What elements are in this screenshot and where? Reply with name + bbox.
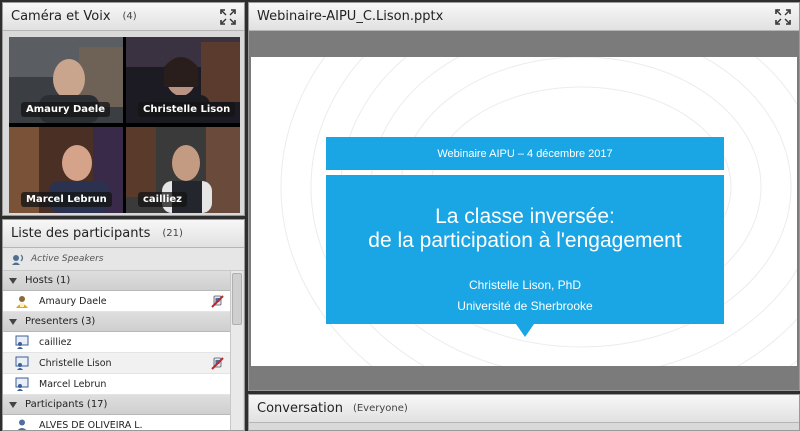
active-speakers-label: Active Speakers xyxy=(31,254,104,264)
video-tile[interactable]: Christelle Lison xyxy=(126,37,240,123)
slide-title-line2: de la participation à l'engagement xyxy=(368,229,682,252)
slide-callout-pointer xyxy=(516,324,534,337)
video-tile[interactable]: cailliez xyxy=(126,127,240,213)
participants-pod-header: Liste des participants (21) xyxy=(3,220,244,248)
presenter-icon xyxy=(15,335,29,349)
list-item[interactable]: cailliez xyxy=(3,332,232,353)
expand-icon[interactable] xyxy=(220,8,236,25)
slide-title-line1: La classe inversée: xyxy=(435,205,615,228)
video-tile-name: cailliez xyxy=(138,192,187,207)
participant-name: Christelle Lison xyxy=(39,357,112,369)
camera-pod-title: Caméra et Voix xyxy=(11,9,111,24)
host-icon xyxy=(16,296,28,308)
presenter-icon xyxy=(15,356,29,370)
conversation-pod: Conversation (Everyone) xyxy=(248,394,800,431)
collapse-triangle-icon[interactable] xyxy=(9,277,17,284)
slide-affiliation: Université de Sherbrooke xyxy=(457,299,593,313)
participants-list: Hosts (1) Amaury Daele Presenters (3) ca… xyxy=(3,271,232,430)
camera-pod-count: (4) xyxy=(122,11,137,22)
group-label: Participants (17) xyxy=(25,399,108,410)
conversation-scope[interactable]: (Everyone) xyxy=(353,403,408,414)
mic-off-icon[interactable] xyxy=(211,294,224,308)
speaker-icon xyxy=(12,254,24,265)
participants-scrollbar[interactable] xyxy=(230,271,243,430)
share-pod-header: Webinaire-AIPU_C.Lison.pptx xyxy=(249,3,799,31)
conversation-pod-title: Conversation xyxy=(257,401,343,416)
collapse-triangle-icon[interactable] xyxy=(9,401,17,408)
mic-off-icon[interactable] xyxy=(211,356,224,370)
participant-name: Marcel Lebrun xyxy=(39,378,107,390)
presentation-slide[interactable]: Webinaire AIPU – 4 décembre 2017 La clas… xyxy=(251,57,797,367)
list-item[interactable]: Amaury Daele xyxy=(3,291,232,312)
group-hosts[interactable]: Hosts (1) xyxy=(3,271,232,291)
participant-icon xyxy=(17,419,27,430)
participants-pod: Liste des participants (21) Active Speak… xyxy=(2,219,245,431)
slide-controls-bar xyxy=(249,366,799,390)
list-item[interactable]: Marcel Lebrun xyxy=(3,374,232,395)
participant-name: Amaury Daele xyxy=(39,295,107,307)
video-tile-name: Christelle Lison xyxy=(138,102,236,117)
participants-pod-count: (21) xyxy=(162,228,183,239)
share-pod-title: Webinaire-AIPU_C.Lison.pptx xyxy=(257,9,444,24)
camera-pod-header: Caméra et Voix (4) xyxy=(3,3,244,31)
slide-title-box: La classe inversée: de la participation … xyxy=(326,175,724,324)
active-speakers-bar: Active Speakers xyxy=(3,248,244,271)
group-label: Hosts (1) xyxy=(25,275,71,286)
participants-pod-title: Liste des participants xyxy=(11,226,151,241)
slide-banner: Webinaire AIPU – 4 décembre 2017 xyxy=(326,137,724,170)
collapse-triangle-icon[interactable] xyxy=(9,318,17,325)
slide-viewport: Webinaire AIPU – 4 décembre 2017 La clas… xyxy=(249,31,799,367)
participant-name: cailliez xyxy=(39,336,72,348)
group-presenters[interactable]: Presenters (3) xyxy=(3,312,232,332)
camera-voice-pod: Caméra et Voix (4) Amaury Daele Christel… xyxy=(2,2,245,216)
camera-grid: Amaury Daele Christelle Lison Marcel Leb… xyxy=(9,37,240,213)
group-participants[interactable]: Participants (17) xyxy=(3,395,232,415)
presenter-icon xyxy=(15,377,29,391)
share-pod: Webinaire-AIPU_C.Lison.pptx Webinaire AI… xyxy=(248,2,800,391)
video-tile-name: Marcel Lebrun xyxy=(21,192,112,207)
scrollbar-thumb[interactable] xyxy=(232,273,242,325)
slide-author: Christelle Lison, PhD xyxy=(468,278,582,292)
video-tile[interactable]: Marcel Lebrun xyxy=(9,127,123,213)
video-tile-name: Amaury Daele xyxy=(21,102,110,117)
list-item[interactable]: Christelle Lison xyxy=(3,353,232,374)
video-tile[interactable]: Amaury Daele xyxy=(9,37,123,123)
expand-icon[interactable] xyxy=(775,8,791,25)
group-label: Presenters (3) xyxy=(25,316,96,327)
conversation-pod-header: Conversation (Everyone) xyxy=(249,395,799,423)
